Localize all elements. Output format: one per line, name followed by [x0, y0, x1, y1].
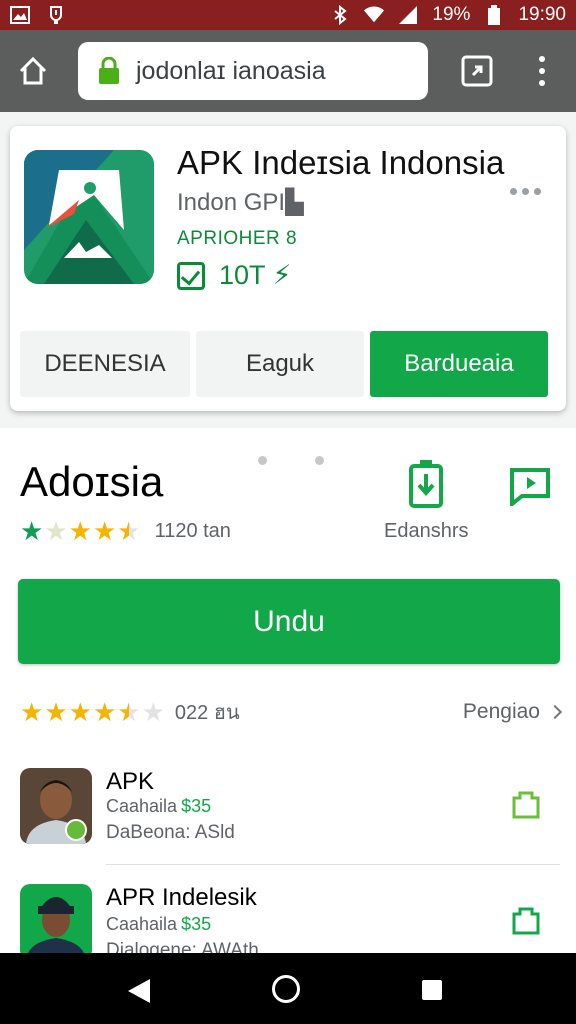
- app-detail: Adoɪsia ★ ★ ★ ★ ★ 1120 tan Edanshrs Undu…: [0, 428, 576, 748]
- item-meta: DaBeona: ASld: [106, 822, 235, 843]
- primary-action-button[interactable]: Bardueaia: [370, 331, 548, 397]
- app-developer[interactable]: Indon GPI▙: [177, 188, 304, 217]
- installs-count: 10T ⚡: [219, 260, 292, 290]
- bluetooth-icon: [330, 5, 350, 25]
- item-meta: Dialogene: AWAth: [106, 940, 259, 953]
- card-actions: DEENESIA Eaguk Bardueaia: [20, 331, 548, 397]
- divider: [106, 864, 560, 865]
- tab-switcher-button[interactable]: [460, 54, 494, 88]
- url-text: jodonlaɪ ianoasia: [136, 56, 326, 85]
- tab-switch-icon: [461, 55, 493, 87]
- overflow-menu-icon: [539, 56, 545, 62]
- app-logo[interactable]: [24, 150, 154, 284]
- item-subtitle: Caahaila $35: [106, 796, 212, 816]
- flag-icon[interactable]: [508, 466, 552, 506]
- lock-icon: [99, 57, 119, 84]
- item-price: $35: [181, 914, 212, 934]
- item-name: APK: [106, 768, 155, 795]
- avatar: [20, 768, 92, 844]
- side-label: Edanshrs: [384, 520, 469, 542]
- action-button-2[interactable]: Eaguk: [196, 331, 364, 397]
- list-item[interactable]: APR Indelesik Caahaila $35 Dialogene: AWA…: [0, 866, 576, 953]
- battery-icon: [484, 5, 504, 25]
- url-bar[interactable]: jodonlaɪ ianoasia: [78, 42, 428, 100]
- installs-row: 10T ⚡: [177, 260, 292, 291]
- item-subtitle: Caahaila $35: [106, 914, 212, 934]
- avatar: [20, 884, 92, 953]
- chevron-right-icon: [547, 704, 563, 720]
- see-more-link[interactable]: Pengiao: [462, 700, 563, 724]
- home-button[interactable]: [0, 30, 66, 112]
- rating-count: 1120 tan: [154, 519, 231, 542]
- bookmark-icon[interactable]: [510, 906, 542, 936]
- clock: 19:90: [518, 4, 566, 25]
- app-card: APK Indeɪsia Indonsia Indon GPI▙ APRIOHE…: [10, 126, 566, 411]
- reviews-row: ★ ★ ★ ★ ★ ★ 022 ฮน Pengiao: [20, 696, 563, 728]
- detail-title: Adoɪsia: [20, 458, 164, 505]
- app-category: APRIOHER 8: [177, 228, 298, 249]
- overflow-menu-button[interactable]: [528, 52, 556, 90]
- wifi-icon: [364, 5, 385, 25]
- list-item[interactable]: APK Caahaila $35 DaBeona: ASld: [0, 748, 576, 866]
- see-more-label: Pengiao: [462, 700, 540, 723]
- more-options-icon[interactable]: [510, 188, 541, 195]
- item-price: $35: [181, 796, 212, 816]
- checkbox-icon: [177, 261, 205, 290]
- recents-icon[interactable]: [422, 980, 442, 1000]
- status-bar: 19% 19:90: [0, 0, 576, 30]
- home-nav-icon[interactable]: [272, 975, 300, 1003]
- review-stars: ★ ★ ★ ★ ★ ★: [20, 697, 165, 727]
- action-button-1[interactable]: DEENESIA: [20, 331, 190, 397]
- related-list: APK Caahaila $35 DaBeona: ASld APR Indele…: [0, 748, 576, 953]
- alert-icon: [46, 5, 66, 25]
- page-indicator: [258, 456, 324, 465]
- image-icon: [10, 5, 30, 25]
- item-name: APR Indelesik: [106, 884, 257, 911]
- app-title: APK Indeɪsia Indonsia: [177, 144, 505, 181]
- install-button[interactable]: Undu: [18, 579, 560, 664]
- review-count: 022 ฮน: [174, 702, 240, 724]
- bookmark-icon[interactable]: [510, 790, 542, 820]
- signal-icon: [398, 5, 418, 25]
- star-rating: ★ ★ ★ ★ ★: [20, 516, 141, 546]
- back-icon[interactable]: [128, 979, 150, 1003]
- battery-percent: 19%: [432, 4, 471, 25]
- rating-row: ★ ★ ★ ★ ★ 1120 tan: [20, 518, 231, 544]
- home-icon: [19, 56, 47, 85]
- battery-download-icon[interactable]: [408, 460, 444, 508]
- browser-toolbar: jodonlaɪ ianoasia: [0, 30, 576, 112]
- system-nav-bar: [0, 953, 576, 1024]
